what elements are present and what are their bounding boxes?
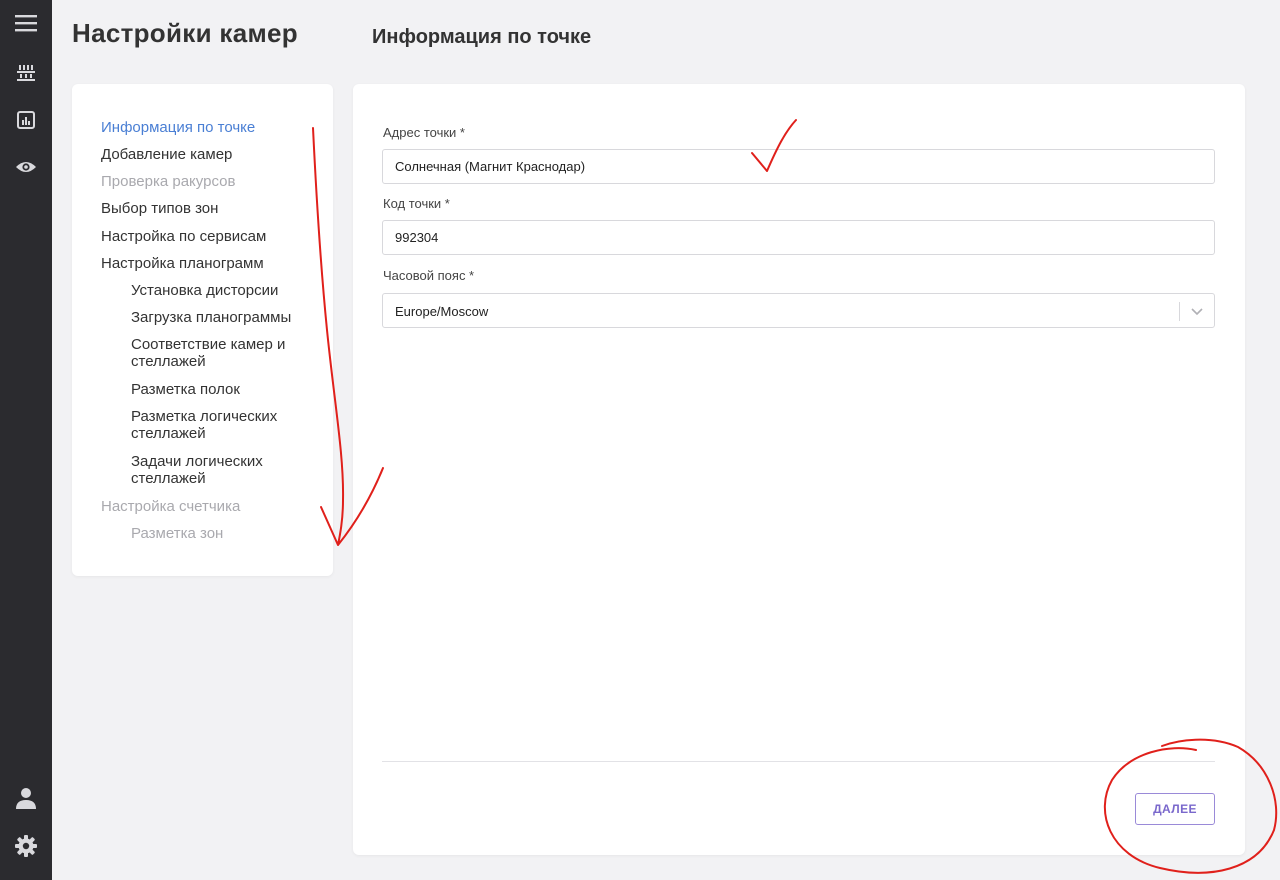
substep-zone-markup: Разметка зон — [131, 525, 224, 542]
footer-divider — [382, 761, 1215, 762]
chevron-down-icon[interactable] — [1190, 304, 1204, 318]
step-zone-types[interactable]: Выбор типов зон — [101, 200, 218, 217]
substep-shelf-markup[interactable]: Разметка полок — [131, 381, 240, 398]
substep-logical-shelves[interactable]: Разметка логических стеллажей — [131, 408, 296, 442]
shelves-icon[interactable] — [10, 58, 42, 86]
app-sidebar — [0, 0, 52, 880]
timezone-value: Europe/Moscow — [395, 304, 489, 319]
section-title: Информация по точке — [372, 26, 592, 48]
user-icon[interactable] — [10, 784, 42, 812]
step-counter: Настройка счетчика — [101, 498, 241, 515]
substep-upload-planogram[interactable]: Загрузка планограммы — [131, 309, 291, 326]
step-add-cameras[interactable]: Добавление камер — [101, 146, 232, 163]
code-input[interactable] — [382, 220, 1215, 255]
select-separator — [1179, 302, 1180, 321]
step-check-angles: Проверка ракурсов — [101, 173, 236, 190]
code-label: Код точки * — [383, 196, 450, 211]
eye-icon[interactable] — [10, 153, 42, 181]
page-title: Настройки камер — [72, 18, 298, 48]
step-services[interactable]: Настройка по сервисам — [101, 228, 266, 245]
timezone-label: Часовой пояс * — [383, 268, 475, 283]
substep-distortion[interactable]: Установка дисторсии — [131, 282, 278, 299]
step-info[interactable]: Информация по точке — [101, 119, 255, 136]
substep-logical-shelf-tasks[interactable]: Задачи логических стеллажей — [131, 453, 281, 487]
timezone-select[interactable]: Europe/Moscow — [382, 293, 1215, 328]
form-card — [353, 84, 1245, 855]
menu-icon[interactable] — [10, 9, 42, 37]
address-input[interactable] — [382, 149, 1215, 184]
address-label: Адрес точки * — [383, 125, 465, 140]
gear-icon[interactable] — [10, 832, 42, 860]
chart-icon[interactable] — [10, 106, 42, 134]
substep-camera-shelf-match[interactable]: Соответствие камер и стеллажей — [131, 336, 316, 370]
step-planograms[interactable]: Настройка планограмм — [101, 255, 264, 272]
next-button[interactable]: ДАЛЕЕ — [1135, 793, 1215, 825]
